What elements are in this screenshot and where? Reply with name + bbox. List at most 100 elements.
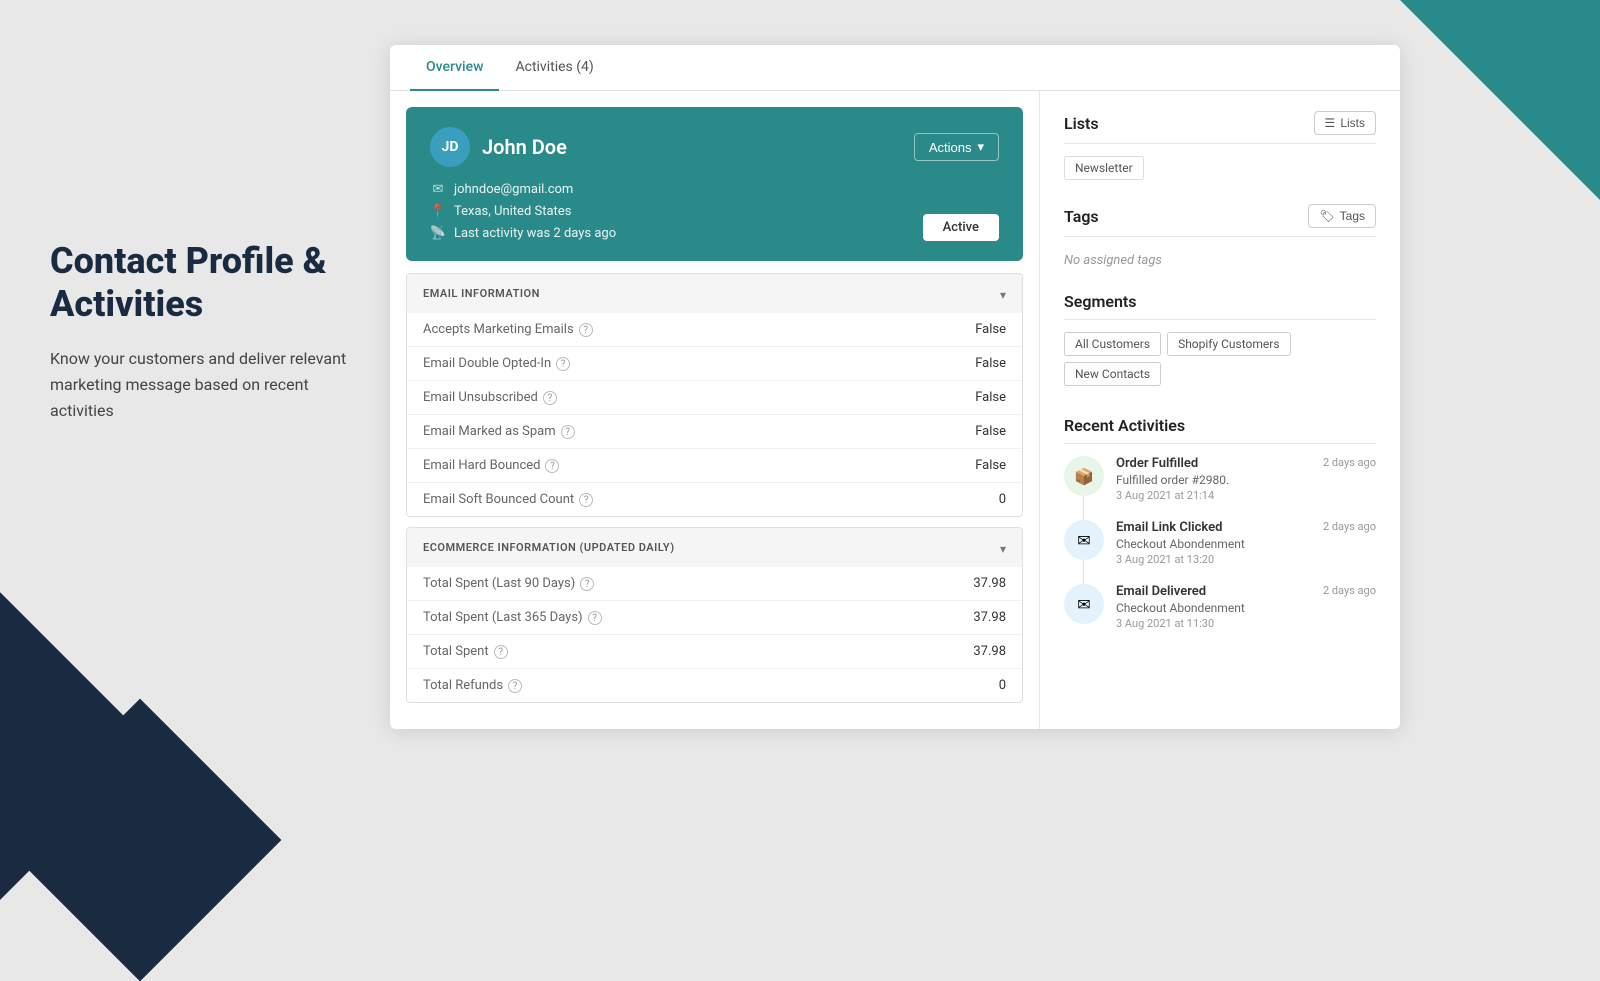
info-value: False [975,458,1006,473]
hint-icon: ? [545,459,559,473]
left-content: JD John Doe Actions ▾ ✉ johndoe@gmail.co… [390,91,1040,729]
activity-content: Email Delivered 2 days ago Checkout Abon… [1116,584,1376,630]
table-row: Email Soft Bounced Count ? 0 [407,483,1022,516]
profile-last-activity: Last activity was 2 days ago [454,226,616,241]
activity-subtitle: Fulfilled order #2980. [1116,473,1376,487]
no-tags-text: No assigned tags [1064,253,1162,268]
info-value: False [975,424,1006,439]
info-value: False [975,356,1006,371]
actions-label: Actions [929,140,972,155]
activity-list: 📦 Order Fulfilled 2 days ago Fulfilled o… [1064,456,1376,630]
table-row: Email Hard Bounced ? False [407,449,1022,483]
table-row: Total Spent (Last 90 Days) ? 37.98 [407,567,1022,601]
info-label: Email Unsubscribed ? [423,390,557,405]
info-label: Total Spent ? [423,644,508,659]
email-info-header[interactable]: EMAIL INFORMATION [407,274,1022,313]
table-row: Total Refunds ? 0 [407,669,1022,702]
segment-badge[interactable]: New Contacts [1064,362,1161,386]
activity-type-icon: ✉ [1064,520,1104,560]
recent-activities-header: Recent Activities [1064,416,1376,444]
hint-icon: ? [561,425,575,439]
table-row: Total Spent (Last 365 Days) ? 37.98 [407,601,1022,635]
hint-icon: ? [579,493,593,507]
segment-badge[interactable]: All Customers [1064,332,1161,356]
lists-title: Lists [1064,114,1099,133]
tags-title: Tags [1064,207,1099,226]
info-label: Email Soft Bounced Count ? [423,492,593,507]
location-icon: 📍 [430,203,446,219]
profile-location-row: 📍 Texas, United States [430,203,999,219]
info-label: Email Marked as Spam ? [423,424,575,439]
tab-overview[interactable]: Overview [410,45,499,91]
profile-name: John Doe [482,135,567,159]
email-icon: ✉ [430,181,446,197]
activity-time: 2 days ago [1323,584,1376,597]
activity-time: 2 days ago [1323,456,1376,469]
tab-activities[interactable]: Activities (4) [499,45,609,91]
right-sidebar: Lists ☰ Lists Newsletter Tags 🏷 Tags [1040,91,1400,729]
activity-content: Order Fulfilled 2 days ago Fulfilled ord… [1116,456,1376,502]
activity-header: Email Link Clicked 2 days ago [1116,520,1376,535]
activity-subtitle: Checkout Abondenment [1116,537,1376,551]
info-value: 37.98 [973,576,1006,591]
activity-date: 3 Aug 2021 at 13:20 [1116,553,1376,566]
info-value: 37.98 [973,610,1006,625]
activity-subtitle: Checkout Abondenment [1116,601,1376,615]
activity-date: 3 Aug 2021 at 11:30 [1116,617,1376,630]
recent-activities-title: Recent Activities [1064,416,1185,435]
info-label: Total Spent (Last 365 Days) ? [423,610,602,625]
activity-type-icon: 📦 [1064,456,1104,496]
ecommerce-info-rows: Total Spent (Last 90 Days) ? 37.98 Total… [407,567,1022,702]
email-info-section: EMAIL INFORMATION Accepts Marketing Emai… [406,273,1023,517]
segment-badge[interactable]: Shopify Customers [1167,332,1290,356]
info-label: Total Spent (Last 90 Days) ? [423,576,594,591]
avatar: JD [430,127,470,167]
table-row: Email Marked as Spam ? False [407,415,1022,449]
info-label: Email Double Opted-In ? [423,356,570,371]
hint-icon: ? [580,577,594,591]
tags-btn-label: Tags [1340,209,1365,223]
segments-header: Segments [1064,292,1376,320]
table-row: Email Double Opted-In ? False [407,347,1022,381]
tabs-bar: Overview Activities (4) [390,45,1400,91]
ecommerce-info-header[interactable]: ECOMMERCE INFORMATION (UPDATED DAILY) [407,528,1022,567]
recent-activities-section: Recent Activities 📦 Order Fulfilled 2 da… [1064,416,1376,630]
tags-header: Tags 🏷 Tags [1064,204,1376,237]
hint-icon: ? [543,391,557,405]
actions-button[interactable]: Actions ▾ [914,133,999,161]
activity-item: 📦 Order Fulfilled 2 days ago Fulfilled o… [1064,456,1376,502]
ecommerce-info-section: ECOMMERCE INFORMATION (UPDATED DAILY) To… [406,527,1023,703]
lists-items: Newsletter [1064,156,1376,180]
info-label: Total Refunds ? [423,678,522,693]
segments-section: Segments All CustomersShopify CustomersN… [1064,292,1376,392]
activity-header: Email Delivered 2 days ago [1116,584,1376,599]
activity-content: Email Link Clicked 2 days ago Checkout A… [1116,520,1376,566]
profile-email: johndoe@gmail.com [454,182,573,197]
email-info-rows: Accepts Marketing Emails ? False Email D… [407,313,1022,516]
activity-date: 3 Aug 2021 at 21:14 [1116,489,1376,502]
ecommerce-info-title: ECOMMERCE INFORMATION (UPDATED DAILY) [423,541,675,554]
activity-title: Email Delivered [1116,584,1206,599]
tag-icon: 🏷 [1319,209,1334,223]
hint-icon: ? [579,323,593,337]
table-row: Total Spent ? 37.98 [407,635,1022,669]
profile-email-row: ✉ johndoe@gmail.com [430,181,999,197]
info-value: 0 [999,678,1006,693]
tags-button[interactable]: 🏷 Tags [1308,204,1376,228]
lists-header: Lists ☰ Lists [1064,111,1376,144]
activity-item: ✉ Email Link Clicked 2 days ago Checkout… [1064,520,1376,566]
info-value: 0 [999,492,1006,507]
lists-button[interactable]: ☰ Lists [1314,111,1376,135]
info-value: False [975,322,1006,337]
activity-title: Order Fulfilled [1116,456,1198,471]
email-info-title: EMAIL INFORMATION [423,287,540,300]
hint-icon: ? [588,611,602,625]
main-content: Overview Activities (4) JD John Doe Acti… [390,45,1400,729]
hint-icon: ? [494,645,508,659]
activity-title: Email Link Clicked [1116,520,1222,535]
table-row: Email Unsubscribed ? False [407,381,1022,415]
profile-name-row: JD John Doe [430,127,567,167]
hint-icon: ? [556,357,570,371]
info-value: False [975,390,1006,405]
list-item[interactable]: Newsletter [1064,156,1144,180]
